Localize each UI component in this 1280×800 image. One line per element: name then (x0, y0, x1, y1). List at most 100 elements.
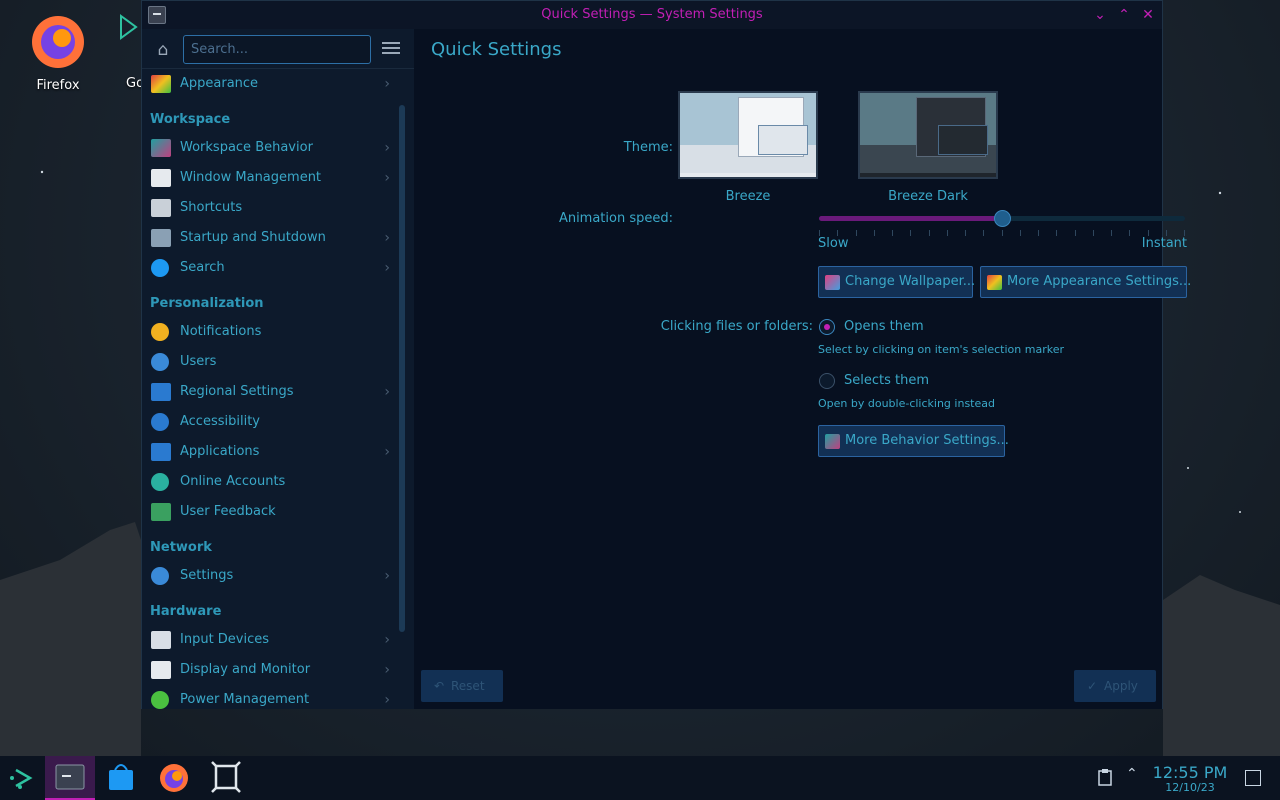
sidebar-item-label: Search (180, 260, 225, 275)
chevron-right-icon: › (384, 230, 390, 246)
sidebar-header: ⌂ (142, 29, 414, 69)
reset-icon: ↶ (434, 679, 445, 693)
hamburger-menu-icon[interactable] (382, 40, 400, 58)
search-input[interactable] (183, 35, 371, 64)
home-icon[interactable]: ⌂ (152, 39, 174, 61)
theme-label: Theme: (623, 140, 673, 155)
sidebar-item-users[interactable]: Users (142, 347, 402, 377)
taskbar-overview[interactable] (202, 756, 250, 800)
sidebar-item-regional-settings[interactable]: Regional Settings › (142, 377, 402, 407)
slider-tick (1075, 230, 1076, 236)
clipboard-icon[interactable] (1097, 768, 1113, 786)
show-desktop-icon[interactable] (1245, 770, 1261, 786)
opens-them-radio[interactable] (819, 319, 835, 335)
chevron-right-icon: › (384, 662, 390, 678)
taskbar-system-settings[interactable] (45, 756, 95, 800)
sidebar-item-applications[interactable]: Applications › (142, 437, 402, 467)
main-content: Quick Settings Theme: Breeze Breeze Dark… (414, 29, 1191, 709)
sidebar-item-label: Applications (180, 444, 260, 459)
theme-breeze-dark[interactable]: Breeze Dark (858, 91, 998, 204)
system-settings-app-icon (148, 6, 166, 24)
sidebar-item-input-devices[interactable]: Input Devices › (142, 625, 402, 655)
chevron-right-icon: › (384, 260, 390, 276)
reset-button[interactable]: ↶ Reset (421, 670, 503, 702)
wallpaper-icon (825, 275, 840, 290)
sidebar-item-label: Workspace Behavior (180, 140, 313, 155)
application-launcher-button[interactable] (0, 756, 48, 800)
chevron-right-icon: › (384, 140, 390, 156)
appearance-icon (987, 275, 1002, 290)
globe-icon (151, 567, 169, 585)
selects-them-radio[interactable] (819, 373, 835, 389)
launcher-icon (10, 768, 33, 789)
chevron-right-icon: › (384, 170, 390, 186)
minimize-button[interactable]: ⌄ (1090, 5, 1110, 25)
window-management-icon (151, 169, 171, 187)
sidebar-item-notifications[interactable]: Notifications (142, 317, 402, 347)
clock-date[interactable]: 12/10/23 (1150, 781, 1230, 794)
sidebar-item-settings[interactable]: Settings › (142, 561, 402, 591)
slider-handle[interactable] (994, 210, 1011, 227)
page-title: Quick Settings (431, 39, 562, 60)
slider-tick (892, 230, 893, 236)
slider-tick (1111, 230, 1112, 236)
search-icon (151, 259, 169, 277)
sidebar-list: Appearance › Workspace Workspace Behavior › W… (142, 69, 402, 709)
slider-tick (1056, 230, 1057, 236)
sidebar-item-label: Settings (180, 568, 234, 583)
sidebar-item-online-accounts[interactable]: Online Accounts (142, 467, 402, 497)
sidebar-scrollbar[interactable] (399, 105, 405, 632)
sidebar-item-search[interactable]: Search › (142, 253, 402, 283)
window-title: Quick Settings — System Settings (541, 7, 763, 22)
bell-icon (151, 323, 169, 341)
desktop-icon-firefox[interactable]: Firefox (18, 10, 98, 93)
chevron-right-icon: › (384, 568, 390, 584)
close-button[interactable]: ✕ (1138, 5, 1158, 25)
sidebar-item-accessibility[interactable]: Accessibility (142, 407, 402, 437)
opens-them-label[interactable]: Opens them (844, 319, 924, 334)
sidebar-item-startup-and-shutdown[interactable]: Startup and Shutdown › (142, 223, 402, 253)
sidebar-item-appearance[interactable]: Appearance › (142, 69, 402, 99)
online-accounts-icon (151, 473, 169, 491)
mouse-icon (151, 631, 171, 649)
sidebar-item-label: Notifications (180, 324, 262, 339)
more-appearance-settings-button[interactable]: More Appearance Settings... (980, 266, 1191, 298)
chevron-right-icon: › (384, 692, 390, 708)
maximize-button[interactable]: ⌃ (1114, 5, 1134, 25)
more-behavior-settings-button[interactable]: More Behavior Settings... (818, 425, 1009, 457)
sidebar-item-power-management[interactable]: Power Management › (142, 685, 402, 709)
apply-button[interactable]: ✓ Apply (1074, 670, 1156, 702)
window-titlebar[interactable]: Quick Settings — System Settings ⌄ ⌃ ✕ (142, 1, 1162, 29)
theme-name: Breeze Dark (888, 189, 968, 204)
sidebar-item-label: Input Devices (180, 632, 270, 647)
theme-name: Breeze (725, 189, 771, 204)
theme-breeze[interactable]: Breeze (678, 91, 818, 204)
sidebar-category: Network (150, 540, 212, 555)
sidebar-item-label: User Feedback (180, 504, 276, 519)
taskbar-discover[interactable] (97, 756, 145, 800)
accessibility-icon (151, 413, 169, 431)
sidebar-item-display-and-monitor[interactable]: Display and Monitor › (142, 655, 402, 685)
discover-store-icon (109, 764, 133, 790)
tray-expand-icon[interactable]: ⌃ (1126, 766, 1138, 782)
selects-them-label[interactable]: Selects them (844, 373, 929, 388)
taskbar-firefox[interactable] (150, 756, 198, 800)
sidebar-item-window-management[interactable]: Window Management › (142, 163, 402, 193)
sidebar-item-label: Display and Monitor (180, 662, 311, 677)
slider-fill (819, 216, 1002, 221)
feedback-icon (151, 503, 171, 521)
firefox-icon (32, 16, 84, 68)
sidebar-item-shortcuts[interactable]: Shortcuts (142, 193, 402, 223)
workspace-behavior-icon (151, 139, 171, 157)
sidebar-item-label: Startup and Shutdown (180, 230, 326, 245)
sidebar-item-label: Window Management (180, 170, 322, 185)
sidebar-item-label: Power Management (180, 692, 310, 707)
clock-time[interactable]: 12:55 PM (1150, 763, 1230, 782)
system-settings-window: Quick Settings — System Settings ⌄ ⌃ ✕ ⌂… (141, 0, 1191, 709)
startup-icon (151, 229, 171, 247)
breeze-preview (678, 91, 818, 179)
sidebar-item-user-feedback[interactable]: User Feedback (142, 497, 402, 527)
sidebar-item-workspace-behavior[interactable]: Workspace Behavior › (142, 133, 402, 163)
slider-tick (1002, 230, 1003, 236)
change-wallpaper-button[interactable]: Change Wallpaper... (818, 266, 975, 298)
